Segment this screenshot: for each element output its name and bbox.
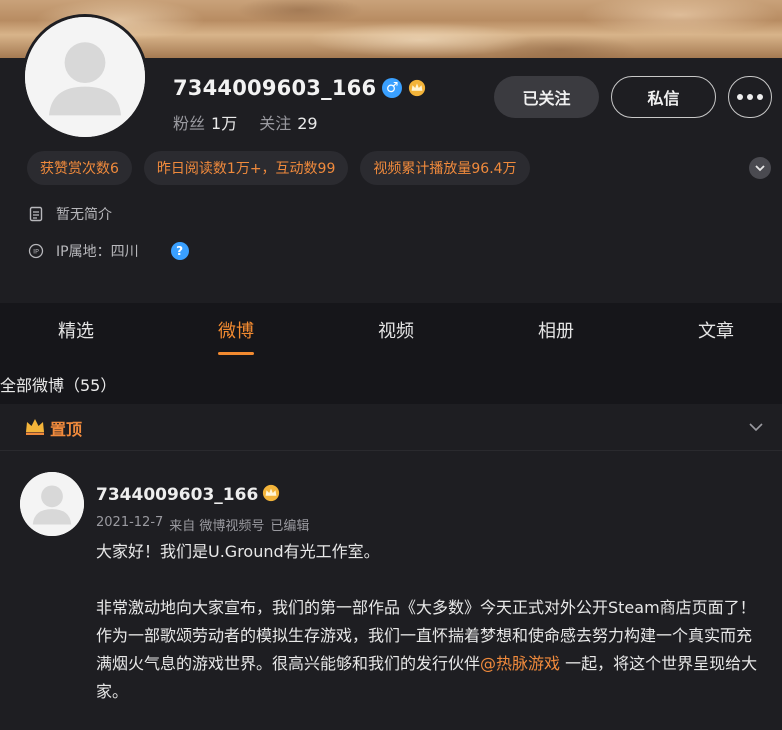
bio-text: 暂无简介 [56,207,112,223]
vip-crown-icon [408,79,426,97]
profile-avatar[interactable] [22,14,148,140]
tag-video-plays[interactable]: 视频累计播放量96.4万 [360,151,530,185]
post-menu-chevron-icon[interactable] [748,418,764,437]
post-body: 大家好！我们是U.Ground有光工作室。 非常激动地向大家宣布，我们的第一部作… [96,538,766,706]
all-posts-title: 全部微博（55） [0,376,117,395]
post-date[interactable]: 2021-12-7 [96,515,163,534]
more-dot-icon [757,94,763,100]
help-icon[interactable]: ? [170,242,189,260]
tab-weibo[interactable]: 微博 [196,303,276,357]
vip-crown-icon [262,484,280,506]
default-avatar-icon [25,17,145,137]
followers-stat[interactable]: 粉丝 1万 [173,110,237,134]
followers-count: 1万 [211,114,238,133]
more-dot-icon [747,94,753,100]
bio-row: 暂无简介 [28,204,112,224]
post-author-name[interactable]: 7344009603_166 [96,485,258,505]
followed-button[interactable]: 已关注 [494,76,599,118]
profile-tags: 获赞赏次数6 昨日阅读数1万+，互动数99 视频累计播放量96.4万 [27,151,530,185]
followers-label: 粉丝 [173,114,206,133]
tab-articles[interactable]: 文章 [676,303,756,357]
expand-chevron-icon[interactable] [749,157,771,179]
post-edited: 已编辑 [270,519,310,534]
tab-featured[interactable]: 精选 [36,303,116,357]
tag-reward-count[interactable]: 获赞赏次数6 [27,151,132,185]
post-paragraph: 非常激动地向大家宣布，我们的第一部作品《大多数》今天正式对外公开Steam商店页… [96,594,766,706]
tab-video[interactable]: 视频 [356,303,436,357]
default-avatar-icon [20,472,84,536]
ip-text: IP属地：四川 [56,244,139,260]
ip-location-icon: IP [28,243,44,259]
following-label: 关注 [259,114,292,133]
document-icon [28,206,44,222]
profile-stats: 粉丝 1万 关注 29 [173,110,318,134]
tag-read-stats[interactable]: 昨日阅读数1万+，互动数99 [143,151,349,185]
profile-username: 7344009603_166 [173,76,377,100]
pinned-label-row: 置顶 [24,416,82,440]
mention-link[interactable]: @热脉游戏 [480,654,560,673]
ip-row: IP IP属地：四川 ? [28,241,189,261]
post-paragraph: 大家好！我们是U.Ground有光工作室。 [96,542,380,561]
tab-album[interactable]: 相册 [516,303,596,357]
following-stat[interactable]: 关注 29 [259,110,317,134]
following-count: 29 [297,114,318,133]
message-button[interactable]: 私信 [611,76,716,118]
post-meta: 2021-12-7 来自 微博视频号 已编辑 [96,515,309,534]
post-author-avatar[interactable] [20,472,84,536]
post-divider [0,450,782,451]
post-source: 来自 微博视频号 [169,519,265,534]
svg-text:IP: IP [33,248,39,256]
post-author-row: 7344009603_166 [96,484,280,506]
male-gender-icon: ♂ [382,78,403,98]
profile-tabs: 精选 微博 视频 相册 文章 [0,303,782,357]
pinned-crown-icon [24,416,46,440]
more-options-button[interactable] [728,76,772,118]
more-dot-icon [737,94,743,100]
pinned-post: 置顶 7344009603_166 2021-12-7 来自 微博视频号 已编辑… [0,404,782,730]
profile-name-row: 7344009603_166 ♂ [173,76,426,100]
pinned-label: 置顶 [50,420,83,439]
